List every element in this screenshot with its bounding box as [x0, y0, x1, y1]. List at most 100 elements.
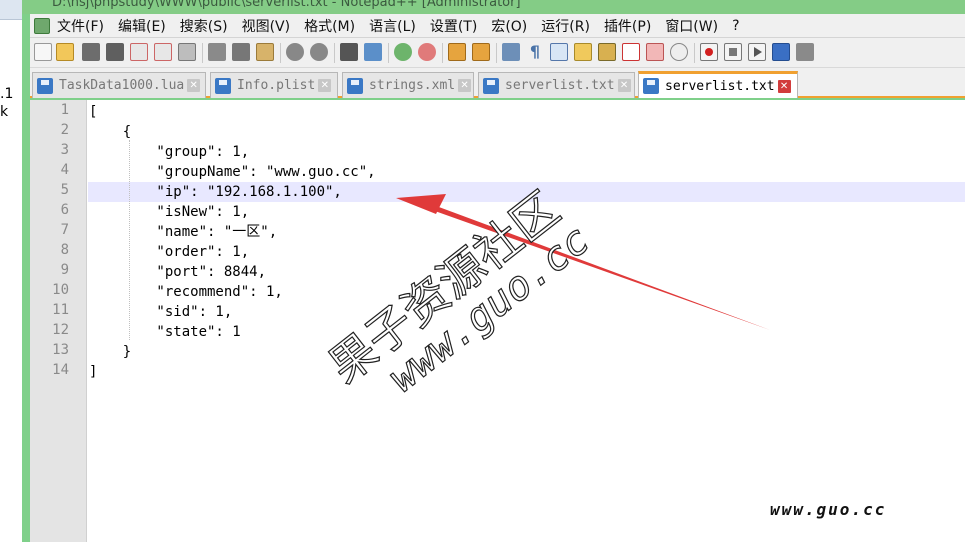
run-macro-multiple-icon[interactable] — [772, 43, 790, 61]
close-all-icon[interactable] — [154, 43, 172, 61]
word-wrap-icon[interactable] — [502, 43, 520, 61]
menu-edit[interactable]: 编辑(E) — [111, 16, 173, 36]
editor-pane[interactable]: 1 2 3 4 5 6 7 8 9 10 11 12 13 14 [ { "gr… — [30, 100, 965, 542]
close-tab-icon[interactable]: ✕ — [777, 79, 791, 93]
close-icon[interactable] — [130, 43, 148, 61]
sync-vertical-icon[interactable] — [448, 43, 466, 61]
new-file-icon[interactable] — [34, 43, 52, 61]
line-number: 4 — [60, 162, 69, 178]
monitoring-icon[interactable] — [670, 43, 688, 61]
line-number: 14 — [52, 362, 69, 378]
saved-file-icon — [643, 78, 659, 94]
redo-icon[interactable] — [310, 43, 328, 61]
stop-record-icon[interactable] — [724, 43, 742, 61]
menu-macro[interactable]: 宏(O) — [484, 16, 534, 36]
saved-file-icon — [215, 77, 231, 94]
code-line[interactable]: "state": 1 — [89, 322, 240, 342]
code-line[interactable]: "sid": 1, — [89, 302, 232, 322]
doc-map-icon[interactable] — [598, 43, 616, 61]
toolbar-separator — [694, 43, 695, 63]
code-line[interactable]: "port": 8844, — [89, 262, 266, 282]
app-icon[interactable] — [34, 18, 50, 34]
zoom-out-icon[interactable] — [418, 43, 436, 61]
background-text-fragment: .1 — [0, 86, 14, 102]
open-file-icon[interactable] — [56, 43, 74, 61]
title-bar[interactable]: D:\hsj\phpstudy\WWW\public\serverlist.tx… — [22, 0, 965, 14]
save-macro-icon[interactable] — [796, 43, 814, 61]
line-number: 11 — [52, 302, 69, 318]
code-line[interactable]: { — [89, 122, 131, 142]
menu-search[interactable]: 搜索(S) — [173, 16, 235, 36]
menu-language[interactable]: 语言(L) — [362, 16, 423, 36]
close-tab-icon[interactable]: ✕ — [617, 79, 631, 92]
tab-taskdata1000-lua[interactable]: TaskData1000.lua ✕ — [32, 72, 206, 98]
tab-label: Info.plist — [237, 78, 316, 93]
code-line[interactable]: "recommend": 1, — [89, 282, 282, 302]
tab-label: serverlist.txt — [665, 78, 775, 94]
menu-view[interactable]: 视图(V) — [235, 16, 298, 36]
tab-strings-xml[interactable]: strings.xml ✕ — [342, 72, 474, 98]
tab-serverlist-txt[interactable]: serverlist.txt ✕ — [478, 72, 635, 98]
toolbar-separator — [442, 43, 443, 63]
menu-window[interactable]: 窗口(W) — [658, 16, 725, 36]
function-list-icon[interactable] — [622, 43, 640, 61]
tab-label: strings.xml — [369, 78, 456, 93]
toolbar-separator — [388, 43, 389, 63]
code-line-highlighted[interactable]: "ip": "192.168.1.100", — [89, 182, 341, 202]
menu-run[interactable]: 运行(R) — [534, 16, 597, 36]
saved-file-icon — [483, 77, 499, 94]
menu-help[interactable]: ? — [725, 18, 746, 34]
notepadpp-window: D:\hsj\phpstudy\WWW\public\serverlist.tx… — [22, 0, 965, 542]
line-number: 12 — [52, 322, 69, 338]
toolbar-separator — [202, 43, 203, 63]
menu-plugins[interactable]: 插件(P) — [597, 16, 658, 36]
menu-settings[interactable]: 设置(T) — [423, 16, 484, 36]
cut-icon[interactable] — [208, 43, 226, 61]
menu-format[interactable]: 格式(M) — [297, 16, 362, 36]
line-number: 9 — [60, 262, 69, 278]
code-line[interactable]: "isNew": 1, — [89, 202, 249, 222]
copy-icon[interactable] — [232, 43, 250, 61]
indent-guide-icon[interactable] — [550, 43, 568, 61]
save-all-icon[interactable] — [106, 43, 124, 61]
paste-icon[interactable] — [256, 43, 274, 61]
toolbar-separator — [496, 43, 497, 63]
save-icon[interactable] — [82, 43, 100, 61]
line-number: 10 — [52, 282, 69, 298]
user-lang-icon[interactable] — [574, 43, 592, 61]
tab-serverlist-txt-active[interactable]: serverlist.txt ✕ — [638, 71, 798, 98]
code-line[interactable]: "groupName": "www.guo.cc", — [89, 162, 375, 182]
play-macro-icon[interactable] — [748, 43, 766, 61]
record-macro-icon[interactable] — [700, 43, 718, 61]
tab-info-plist[interactable]: Info.plist ✕ — [210, 72, 338, 98]
code-line[interactable]: [ — [89, 102, 97, 122]
undo-icon[interactable] — [286, 43, 304, 61]
sync-horizontal-icon[interactable] — [472, 43, 490, 61]
menu-bar: 文件(F) 编辑(E) 搜索(S) 视图(V) 格式(M) 语言(L) 设置(T… — [30, 14, 965, 38]
toolbar: ¶ — [30, 38, 965, 68]
line-number: 8 — [60, 242, 69, 258]
close-tab-icon[interactable]: ✕ — [458, 79, 472, 92]
find-icon[interactable] — [340, 43, 358, 61]
code-line[interactable]: "name": "一区", — [89, 222, 277, 242]
print-icon[interactable] — [178, 43, 196, 61]
toolbar-separator — [280, 43, 281, 63]
tab-label: serverlist.txt — [505, 78, 615, 93]
tab-bar: TaskData1000.lua ✕ Info.plist ✕ strings.… — [30, 68, 965, 98]
code-line[interactable]: } — [89, 342, 131, 362]
zoom-in-icon[interactable] — [394, 43, 412, 61]
line-number: 1 — [60, 102, 69, 118]
saved-file-icon — [347, 77, 363, 94]
close-tab-icon[interactable]: ✕ — [187, 79, 201, 92]
folder-workspace-icon[interactable] — [646, 43, 664, 61]
close-tab-icon[interactable]: ✕ — [318, 79, 332, 92]
menu-file[interactable]: 文件(F) — [50, 16, 111, 36]
show-all-chars-icon[interactable]: ¶ — [526, 43, 544, 61]
replace-icon[interactable] — [364, 43, 382, 61]
code-line[interactable]: "order": 1, — [89, 242, 249, 262]
line-number-gutter[interactable]: 1 2 3 4 5 6 7 8 9 10 11 12 13 14 — [30, 100, 87, 542]
code-line[interactable]: ] — [89, 362, 97, 382]
code-line[interactable]: "group": 1, — [89, 142, 249, 162]
line-number: 3 — [60, 142, 69, 158]
window-title: D:\hsj\phpstudy\WWW\public\serverlist.tx… — [52, 0, 521, 10]
